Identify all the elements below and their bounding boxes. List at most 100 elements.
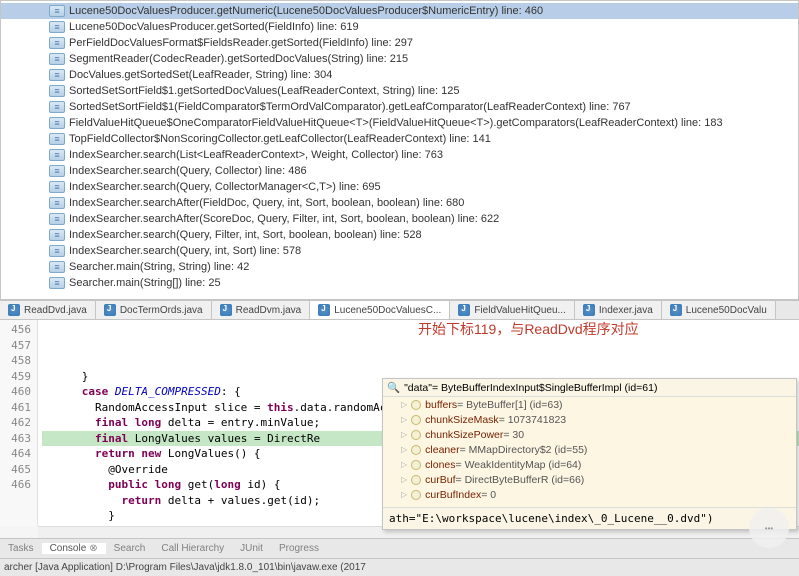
stack-frame-icon: ≡ bbox=[49, 213, 65, 225]
expand-icon[interactable]: ▷ bbox=[401, 430, 407, 439]
bottom-tab-junit[interactable]: JUnit bbox=[232, 543, 271, 554]
bottom-tab-progress[interactable]: Progress bbox=[271, 543, 327, 554]
expand-icon[interactable]: ▷ bbox=[401, 415, 407, 424]
tab-label: ReadDvm.java bbox=[236, 305, 302, 316]
stack-frame-icon: ≡ bbox=[49, 133, 65, 145]
line-number: 465 bbox=[0, 462, 31, 478]
stack-frame-icon: ≡ bbox=[49, 261, 65, 273]
close-icon[interactable]: ⊗ bbox=[89, 543, 97, 554]
tab-label: Lucene50DocValuesC... bbox=[334, 305, 441, 316]
inspect-header: 🔍 "data"= ByteBufferIndexInput$SingleBuf… bbox=[383, 379, 796, 397]
bottom-tab-search[interactable]: Search bbox=[106, 543, 154, 554]
variable-row[interactable]: ▷ curBufIndex= 0 bbox=[383, 487, 796, 502]
line-number: 463 bbox=[0, 431, 31, 447]
stack-frame-text: IndexSearcher.search(Query, Collector) l… bbox=[69, 165, 307, 177]
var-value: = 1073741823 bbox=[499, 414, 566, 426]
tab-label: Lucene50DocValu bbox=[686, 305, 767, 316]
stack-frame[interactable]: ≡IndexSearcher.search(Query, Collector) … bbox=[1, 163, 798, 179]
variable-row[interactable]: ▷cleaner= MMapDirectory$2 (id=55) bbox=[383, 442, 796, 457]
stack-frame[interactable]: ≡SortedSetSortField$1.getSortedDocValues… bbox=[1, 83, 798, 99]
stack-frame[interactable]: ≡DocValues.getSortedSet(LeafReader, Stri… bbox=[1, 67, 798, 83]
editor-tab[interactable]: DocTermOrds.java bbox=[96, 301, 212, 319]
stack-frame[interactable]: ≡IndexSearcher.search(List<LeafReaderCon… bbox=[1, 147, 798, 163]
stack-frame[interactable]: ≡Lucene50DocValuesProducer.getSorted(Fie… bbox=[1, 19, 798, 35]
stack-frame[interactable]: ≡ FieldValueHitQueue$OneComparatorFieldVa… bbox=[1, 115, 798, 131]
editor-tab[interactable]: FieldValueHitQueu... bbox=[450, 301, 575, 319]
inspect-header-text: "data"= ByteBufferIndexInput$SingleBuffe… bbox=[404, 382, 657, 394]
stack-frame-text: FieldValueHitQueue$OneComparatorFieldVal… bbox=[69, 117, 723, 129]
stack-frame[interactable]: ≡ Lucene50DocValuesProducer.getNumeric(Lu… bbox=[1, 3, 798, 19]
stack-frame-icon: ≡ bbox=[49, 245, 65, 257]
stack-frame-icon: ≡ bbox=[49, 69, 65, 81]
var-value: = ByteBuffer[1] (id=63) bbox=[457, 399, 562, 411]
stack-frame-text: Searcher.main(String[]) line: 25 bbox=[69, 277, 221, 289]
stack-frame-text: IndexSearcher.search(Query, CollectorMan… bbox=[69, 181, 381, 193]
stack-frame[interactable]: ≡SortedSetSortField$1(FieldComparator$Te… bbox=[1, 99, 798, 115]
stack-frame[interactable]: ≡IndexSearcher.searchAfter(FieldDoc, Que… bbox=[1, 195, 798, 211]
editor-tab[interactable]: Indexer.java bbox=[575, 301, 662, 319]
stack-frame[interactable]: ≡SegmentReader(CodecReader).getSortedDoc… bbox=[1, 51, 798, 67]
editor-tab[interactable]: ReadDvd.java bbox=[0, 301, 96, 319]
stack-frame-icon: ≡ bbox=[49, 21, 65, 33]
debug-stack-panel[interactable]: ≡ Lucene50DocValuesProducer.getNumeric(Lu… bbox=[0, 0, 799, 300]
var-name: buffers bbox=[425, 399, 457, 411]
stack-frame-text: PerFieldDocValuesFormat$FieldsReader.get… bbox=[69, 37, 413, 49]
expand-icon[interactable]: ▷ bbox=[401, 475, 407, 484]
expression-bar[interactable]: ath="E:\workspace\lucene\index\_0_Lucene… bbox=[383, 507, 796, 529]
field-icon bbox=[411, 490, 421, 500]
bottom-tab-label: JUnit bbox=[240, 543, 263, 554]
annotation-text: 开始下标119，与ReadDvd程序对应 bbox=[418, 322, 639, 338]
field-icon bbox=[411, 400, 421, 410]
stack-frame-icon: ≡ bbox=[49, 5, 65, 17]
variable-row[interactable]: ▷ buffers= ByteBuffer[1] (id=63) bbox=[383, 397, 796, 412]
chat-bubble-icon[interactable]: ••• bbox=[749, 508, 789, 548]
editor-tab[interactable]: Lucene50DocValuesC... bbox=[310, 301, 450, 319]
var-value: = 0 bbox=[481, 489, 496, 501]
stack-frame[interactable]: ≡IndexSearcher.search(Query, Filter, int… bbox=[1, 227, 798, 243]
stack-frame-icon: ≡ bbox=[49, 101, 65, 113]
field-icon bbox=[411, 430, 421, 440]
java-file-icon bbox=[670, 304, 682, 316]
status-bar: archer [Java Application] D:\Program Fil… bbox=[0, 558, 799, 576]
stack-frame-icon: ≡ bbox=[49, 197, 65, 209]
stack-frame[interactable]: ≡TopFieldCollector$NonScoringCollector.g… bbox=[1, 131, 798, 147]
line-number: 464 bbox=[0, 446, 31, 462]
var-value: = WeakIdentityMap (id=64) bbox=[456, 459, 582, 471]
variable-row[interactable]: ▷curBuf= DirectByteBufferR (id=66) bbox=[383, 472, 796, 487]
line-number: 458 bbox=[0, 353, 31, 369]
stack-frame-text: Searcher.main(String, String) line: 42 bbox=[69, 261, 249, 273]
expand-icon[interactable]: ▷ bbox=[401, 490, 407, 499]
bottom-tab-console[interactable]: Console ⊗ bbox=[42, 543, 106, 554]
stack-frame[interactable]: ≡ IndexSearcher.searchAfter(ScoreDoc, Que… bbox=[1, 211, 798, 227]
var-value: = 30 bbox=[503, 429, 524, 441]
var-name: curBufIndex bbox=[425, 489, 481, 501]
java-file-icon bbox=[220, 304, 232, 316]
stack-frame-text: Lucene50DocValuesProducer.getNumeric(Luc… bbox=[69, 5, 543, 17]
bottom-view-tabs: Tasks Console ⊗SearchCall Hierarchy JUnit P… bbox=[0, 538, 799, 558]
editor-tab[interactable]: ReadDvm.java bbox=[212, 301, 311, 319]
stack-frame[interactable]: ≡IndexSearcher.search(Query, int, Sort) … bbox=[1, 243, 798, 259]
editor-tab[interactable]: Lucene50DocValu bbox=[662, 301, 776, 319]
variable-row[interactable]: ▷clones= WeakIdentityMap (id=64) bbox=[383, 457, 796, 472]
line-number: 456 bbox=[0, 322, 31, 338]
stack-frame[interactable]: ≡ Searcher.main(String[]) line: 25 bbox=[1, 275, 798, 291]
bottom-tab-tasks[interactable]: Tasks bbox=[0, 543, 42, 554]
stack-frame[interactable]: ≡ Searcher.main(String, String) line: 42 bbox=[1, 259, 798, 275]
stack-frame[interactable]: ≡IndexSearcher.search(Query, CollectorMa… bbox=[1, 179, 798, 195]
stack-frame-icon: ≡ bbox=[49, 117, 65, 129]
bottom-tab-call-hierarchy[interactable]: Call Hierarchy bbox=[153, 543, 232, 554]
bottom-tab-label: Tasks bbox=[8, 543, 34, 554]
expand-icon[interactable]: ▷ bbox=[401, 460, 407, 469]
tab-label: Indexer.java bbox=[599, 305, 653, 316]
variable-row[interactable]: ▷chunkSizeMask= 1073741823 bbox=[383, 412, 796, 427]
stack-frame-icon: ≡ bbox=[49, 37, 65, 49]
stack-frame[interactable]: ≡ PerFieldDocValuesFormat$FieldsReader.ge… bbox=[1, 35, 798, 51]
stack-frame-text: IndexSearcher.searchAfter(ScoreDoc, Quer… bbox=[69, 213, 499, 225]
stack-frame-icon: ≡ bbox=[49, 277, 65, 289]
var-value: = MMapDirectory$2 (id=55) bbox=[460, 444, 588, 456]
variable-row[interactable]: ▷chunkSizePower= 30 bbox=[383, 427, 796, 442]
variable-inspect-popup[interactable]: 🔍 "data"= ByteBufferIndexInput$SingleBuf… bbox=[382, 378, 797, 530]
expand-icon[interactable]: ▷ bbox=[401, 445, 407, 454]
java-file-icon bbox=[458, 304, 470, 316]
expand-icon[interactable]: ▷ bbox=[401, 400, 407, 409]
